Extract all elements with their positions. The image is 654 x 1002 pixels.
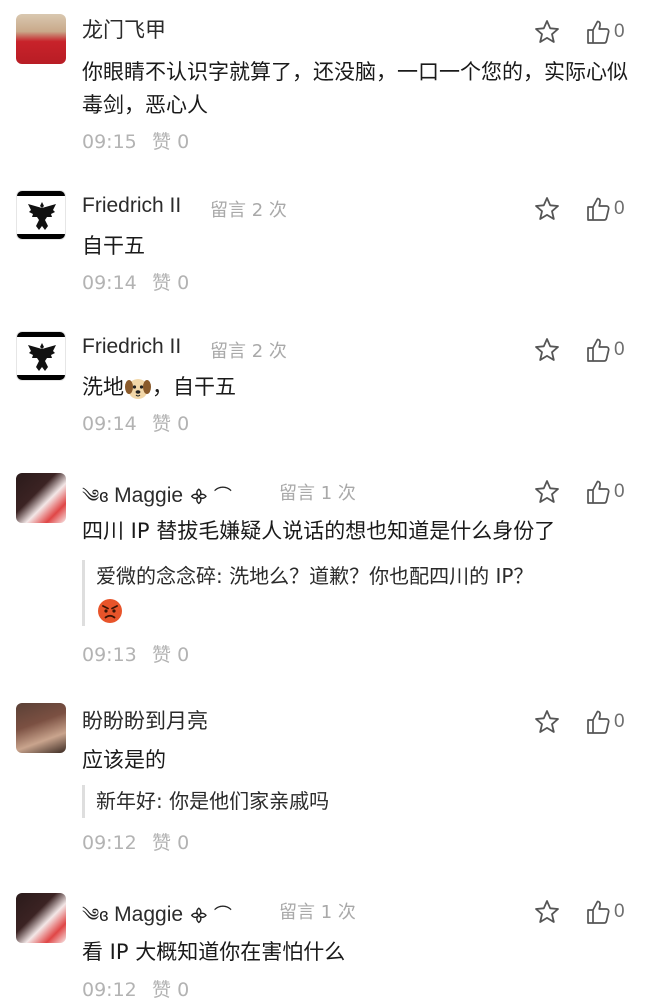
- avatar[interactable]: [16, 703, 66, 753]
- quoted-reply: 新年好: 你是他们家亲戚吗: [82, 785, 636, 818]
- author-decoration: ༄ɞ: [82, 905, 109, 925]
- author-name[interactable]: Friedrich II: [82, 335, 181, 359]
- comment-meta: 09:12 赞 0: [82, 828, 189, 855]
- star-icon[interactable]: [533, 898, 561, 926]
- avatar[interactable]: [16, 473, 66, 523]
- comment-text: 看 IP 大概知道你在害怕什么: [82, 940, 346, 964]
- star-icon[interactable]: [533, 478, 561, 506]
- comment-meta: 09:14 赞 0: [82, 409, 189, 436]
- quoted-reply: 爱微的念念碎: 洗地么？道歉？你也配四川的 IP？: [82, 560, 636, 626]
- like-label[interactable]: 赞: [152, 413, 171, 435]
- message-count: 留言 2 次: [210, 200, 287, 221]
- author-name-text: Maggie: [114, 903, 184, 926]
- comment-time: 09:15: [82, 131, 137, 153]
- like-label[interactable]: 赞: [152, 832, 171, 854]
- comment-text: 洗地 ，自干五: [82, 371, 630, 404]
- thumbs-up-icon: [587, 710, 610, 734]
- avatar[interactable]: [16, 190, 66, 240]
- avatar[interactable]: [16, 331, 66, 381]
- like-button[interactable]: 0: [586, 336, 625, 364]
- thumb-count: 0: [614, 339, 625, 360]
- author-name[interactable]: 盼盼盼到月亮: [82, 705, 208, 735]
- like-button[interactable]: 0: [586, 195, 625, 223]
- like-label[interactable]: 赞: [152, 644, 171, 666]
- author-name[interactable]: Friedrich II: [82, 194, 181, 218]
- comment-time: 09:12: [82, 832, 137, 854]
- quoted-text: 爱微的念念碎: 洗地么？道歉？你也配四川的 IP？: [96, 564, 534, 588]
- comment-text: 自干五: [82, 234, 145, 258]
- like-label[interactable]: 赞: [152, 131, 171, 153]
- thumb-count: 0: [614, 21, 625, 42]
- quoted-text: 新年好: 你是他们家亲戚吗: [96, 789, 330, 813]
- thumb-count: 0: [614, 481, 625, 502]
- like-count: 0: [177, 131, 190, 153]
- comment-meta: 09:12 赞 0: [82, 975, 189, 1002]
- message-count: 留言 1 次: [279, 483, 356, 504]
- like-button[interactable]: 0: [586, 478, 625, 506]
- like-label[interactable]: 赞: [152, 272, 171, 294]
- avatar[interactable]: [16, 14, 66, 64]
- author-name[interactable]: 龙门飞甲: [82, 14, 166, 44]
- comment-time: 09:13: [82, 644, 137, 666]
- comment-meta: 09:13 赞 0: [82, 640, 189, 667]
- comment-time: 09:14: [82, 272, 137, 294]
- like-count: 0: [177, 413, 190, 435]
- dog-face-emoji: [125, 379, 151, 399]
- comment-text-part: ，自干五: [152, 375, 236, 399]
- like-count: 0: [177, 979, 190, 1001]
- comment-text: 应该是的: [82, 748, 166, 772]
- angry-face-emoji: [98, 598, 122, 623]
- like-label[interactable]: 赞: [152, 979, 171, 1001]
- comment-text-part: 洗地: [82, 375, 124, 399]
- comment-text: 你眼睛不认识字就算了，还没脑，一口一个您的，实际心似毒剑，恶心人: [82, 60, 628, 117]
- star-icon[interactable]: [533, 18, 561, 46]
- comment-time: 09:12: [82, 979, 137, 1001]
- like-button[interactable]: 0: [586, 18, 625, 46]
- eagle-icon: [28, 343, 56, 371]
- thumbs-up-icon: [587, 20, 610, 44]
- comment-time: 09:14: [82, 413, 137, 435]
- author-decoration: ᯽ ⌒: [188, 486, 232, 506]
- eagle-icon: [28, 202, 56, 230]
- thumb-count: 0: [614, 711, 625, 732]
- comment-meta: 09:15 赞 0: [82, 127, 189, 154]
- star-icon[interactable]: [533, 708, 561, 736]
- thumbs-up-icon: [587, 338, 610, 362]
- star-icon[interactable]: [533, 336, 561, 364]
- star-icon[interactable]: [533, 195, 561, 223]
- like-button[interactable]: 0: [586, 708, 625, 736]
- like-count: 0: [177, 832, 190, 854]
- comment-text: 四川 IP 替拔毛嫌疑人说话的想也知道是什么身份了: [82, 519, 556, 543]
- like-count: 0: [177, 272, 190, 294]
- thumb-count: 0: [614, 901, 625, 922]
- message-count: 留言 2 次: [210, 341, 287, 362]
- thumbs-up-icon: [587, 480, 610, 504]
- thumb-count: 0: [614, 198, 625, 219]
- thumbs-up-icon: [587, 900, 610, 924]
- comment-meta: 09:14 赞 0: [82, 268, 189, 295]
- like-button[interactable]: 0: [586, 898, 625, 926]
- author-name-text: Maggie: [114, 484, 184, 507]
- like-count: 0: [177, 644, 190, 666]
- author-decoration: ᯽ ⌒: [188, 905, 232, 925]
- thumbs-up-icon: [587, 197, 610, 221]
- message-count: 留言 1 次: [279, 902, 356, 923]
- avatar[interactable]: [16, 893, 66, 943]
- author-decoration: ༄ɞ: [82, 486, 109, 506]
